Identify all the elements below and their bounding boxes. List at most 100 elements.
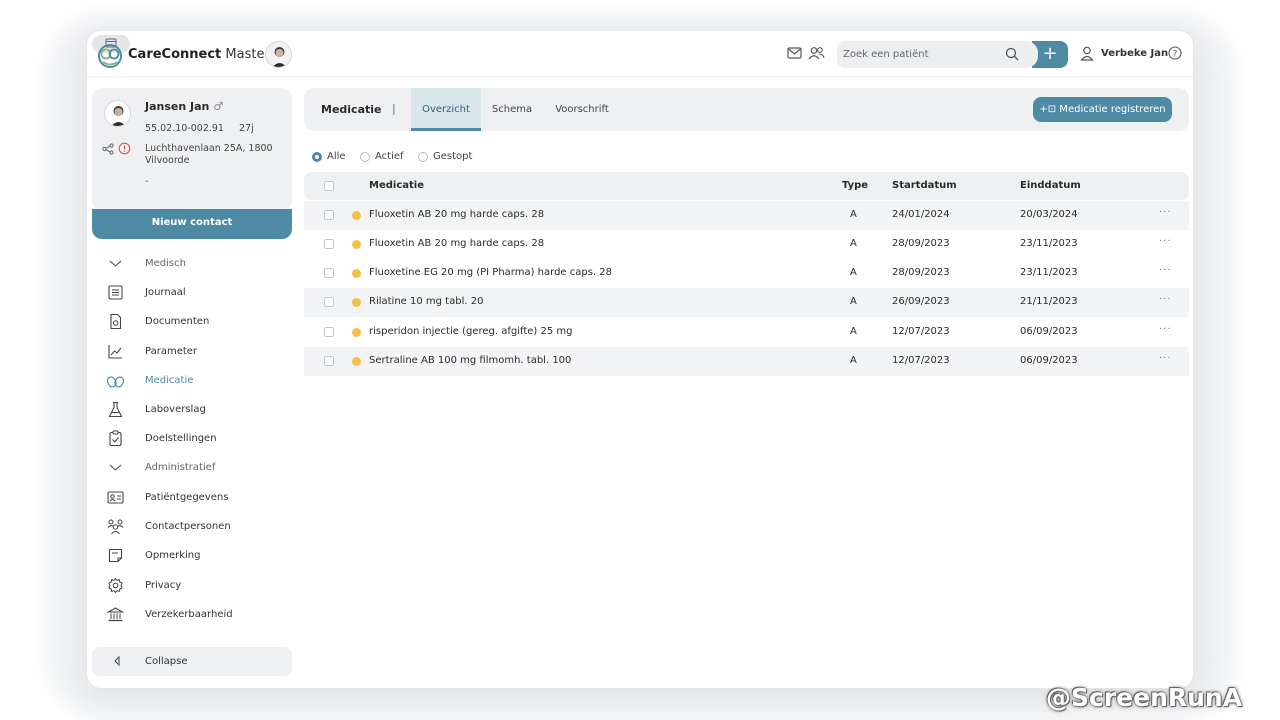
cell-start: 24/01/2024 (892, 209, 950, 220)
sidebar-item-medicatie[interactable]: Medicatie (87, 368, 297, 394)
nav-group-medisch[interactable]: Medisch (87, 251, 297, 277)
collapse-label: Collapse (145, 656, 188, 667)
mail-icon[interactable] (787, 46, 802, 60)
sidebar-item-documenten[interactable]: Documenten (87, 309, 297, 335)
sidebar-item-parameter[interactable]: Parameter (87, 339, 297, 365)
patient-name-text: Jansen Jan (145, 100, 210, 113)
patient-card: Jansen Jan ♂ 55.02.10-002.91 27j Luchthav… (92, 88, 292, 210)
header-type[interactable]: Type (842, 180, 868, 191)
nav-group-administratief[interactable]: Administratief (87, 455, 297, 481)
cell-end: 23/11/2023 (1020, 238, 1078, 249)
help-icon[interactable]: ? (1168, 46, 1182, 60)
person-photo-icon (272, 47, 287, 67)
status-dot (352, 211, 361, 220)
row-checkbox[interactable] (324, 297, 334, 307)
row-more-icon[interactable]: ··· (1159, 353, 1172, 364)
add-button[interactable]: + (1026, 41, 1068, 68)
header-avatar[interactable] (265, 41, 292, 68)
sidebar-item-doelstellingen[interactable]: Doelstellingen (87, 426, 297, 452)
nav-label: Laboverslag (145, 404, 206, 415)
alert-icon[interactable] (118, 142, 131, 155)
row-checkbox[interactable] (324, 356, 334, 366)
header-medication[interactable]: Medicatie (369, 180, 424, 191)
cell-medication: Fluoxetin AB 20 mg harde caps. 28 (369, 238, 545, 249)
radio-circle (360, 152, 370, 162)
user-icon[interactable] (1080, 46, 1094, 61)
cell-medication: Fluoxetin AB 20 mg harde caps. 28 (369, 209, 545, 220)
new-contact-button[interactable]: Nieuw contact (92, 209, 292, 239)
id-card-icon (107, 491, 124, 504)
status-dot (352, 269, 361, 278)
nav-label: Privacy (145, 580, 182, 591)
table-row[interactable]: Sertraline AB 100 mg filmomh. tabl. 100 … (304, 347, 1189, 376)
row-checkbox[interactable] (324, 268, 334, 278)
patient-extra: - (145, 176, 149, 187)
app-window: CareConnect Master + Verbeke Jan ? Janse… (87, 31, 1193, 688)
cell-type: A (850, 267, 857, 278)
cell-end: 21/11/2023 (1020, 296, 1078, 307)
user-name[interactable]: Verbeke Jan (1101, 48, 1168, 59)
status-dot (352, 298, 361, 307)
patient-search-input[interactable] (843, 46, 1003, 63)
search-icon[interactable] (1005, 47, 1019, 61)
table-row[interactable]: Fluoxetine EG 20 mg (PI Pharma) harde ca… (304, 259, 1189, 288)
cell-start: 28/09/2023 (892, 238, 950, 249)
row-more-icon[interactable]: ··· (1159, 265, 1172, 276)
table-row[interactable]: Fluoxetin AB 20 mg harde caps. 28 A 28/0… (304, 230, 1189, 259)
table-row[interactable]: risperidon injectie (gereg. afgifte) 25 … (304, 318, 1189, 347)
table-header: Medicatie Type Startdatum Einddatum (304, 172, 1189, 200)
cell-medication: Rilatine 10 mg tabl. 20 (369, 296, 484, 307)
sidebar-item-patientgegevens[interactable]: Patiëntgegevens (87, 485, 297, 511)
tab-schema[interactable]: Schema (486, 88, 538, 131)
cell-end: 20/03/2024 (1020, 209, 1078, 220)
cell-start: 12/07/2023 (892, 326, 950, 337)
row-checkbox[interactable] (324, 210, 334, 220)
note-icon (108, 548, 123, 563)
nav-label: Contactpersonen (145, 521, 231, 532)
patient-search (837, 41, 1033, 68)
collapse-button[interactable]: Collapse (92, 647, 292, 676)
cell-medication: risperidon injectie (gereg. afgifte) 25 … (369, 326, 573, 337)
cell-end: 23/11/2023 (1020, 267, 1078, 278)
watermark: @ScreenRunA (1046, 683, 1243, 712)
svg-text:?: ? (1173, 49, 1178, 59)
row-more-icon[interactable]: ··· (1159, 294, 1172, 305)
patient-address: Luchthavenlaan 25A, 1800 Vilvoorde (145, 143, 273, 166)
register-medication-button[interactable]: +⊡ Medicatie registreren (1033, 97, 1172, 122)
nav-label: Opmerking (145, 550, 201, 561)
top-header: CareConnect Master + Verbeke Jan ? (87, 31, 1193, 77)
header-startdatum[interactable]: Startdatum (892, 180, 957, 191)
table-row[interactable]: Rilatine 10 mg tabl. 20 A 26/09/2023 21/… (304, 288, 1189, 317)
sidebar-item-opmerking[interactable]: Opmerking (87, 543, 297, 569)
cell-type: A (850, 355, 857, 366)
row-more-icon[interactable]: ··· (1159, 207, 1172, 218)
people-icon[interactable] (808, 46, 825, 60)
status-dot (352, 328, 361, 337)
app-logo-icon[interactable] (97, 43, 123, 69)
row-more-icon[interactable]: ··· (1159, 236, 1172, 247)
filter-label: Alle (327, 151, 346, 162)
contacts-icon (107, 519, 124, 535)
row-more-icon[interactable]: ··· (1159, 324, 1172, 335)
sidebar-item-verzekerbaarheid[interactable]: Verzekerbaarheid (87, 602, 297, 628)
nav-label: Patiëntgegevens (145, 492, 229, 503)
cell-type: A (850, 209, 857, 220)
sidebar-item-laboverslag[interactable]: Laboverslag (87, 397, 297, 423)
tab-overzicht[interactable]: Overzicht (411, 88, 481, 131)
bank-icon (107, 607, 124, 622)
cell-type: A (850, 326, 857, 337)
add-button-label: + (1042, 43, 1058, 64)
share-icon[interactable] (102, 143, 114, 155)
cell-type: A (850, 296, 857, 307)
row-checkbox[interactable] (324, 239, 334, 249)
sidebar-item-contactpersonen[interactable]: Contactpersonen (87, 514, 297, 540)
header-einddatum[interactable]: Einddatum (1020, 180, 1081, 191)
table-row[interactable]: Fluoxetin AB 20 mg harde caps. 28 A 24/0… (304, 201, 1189, 230)
tab-voorschrift[interactable]: Voorschrift (548, 88, 616, 131)
cell-end: 06/09/2023 (1020, 355, 1078, 366)
row-checkbox[interactable] (324, 327, 334, 337)
sidebar-item-journaal[interactable]: Journaal (87, 280, 297, 306)
filter-label: Actief (375, 151, 404, 162)
select-all-checkbox[interactable] (324, 181, 334, 191)
sidebar-item-privacy[interactable]: Privacy (87, 573, 297, 599)
